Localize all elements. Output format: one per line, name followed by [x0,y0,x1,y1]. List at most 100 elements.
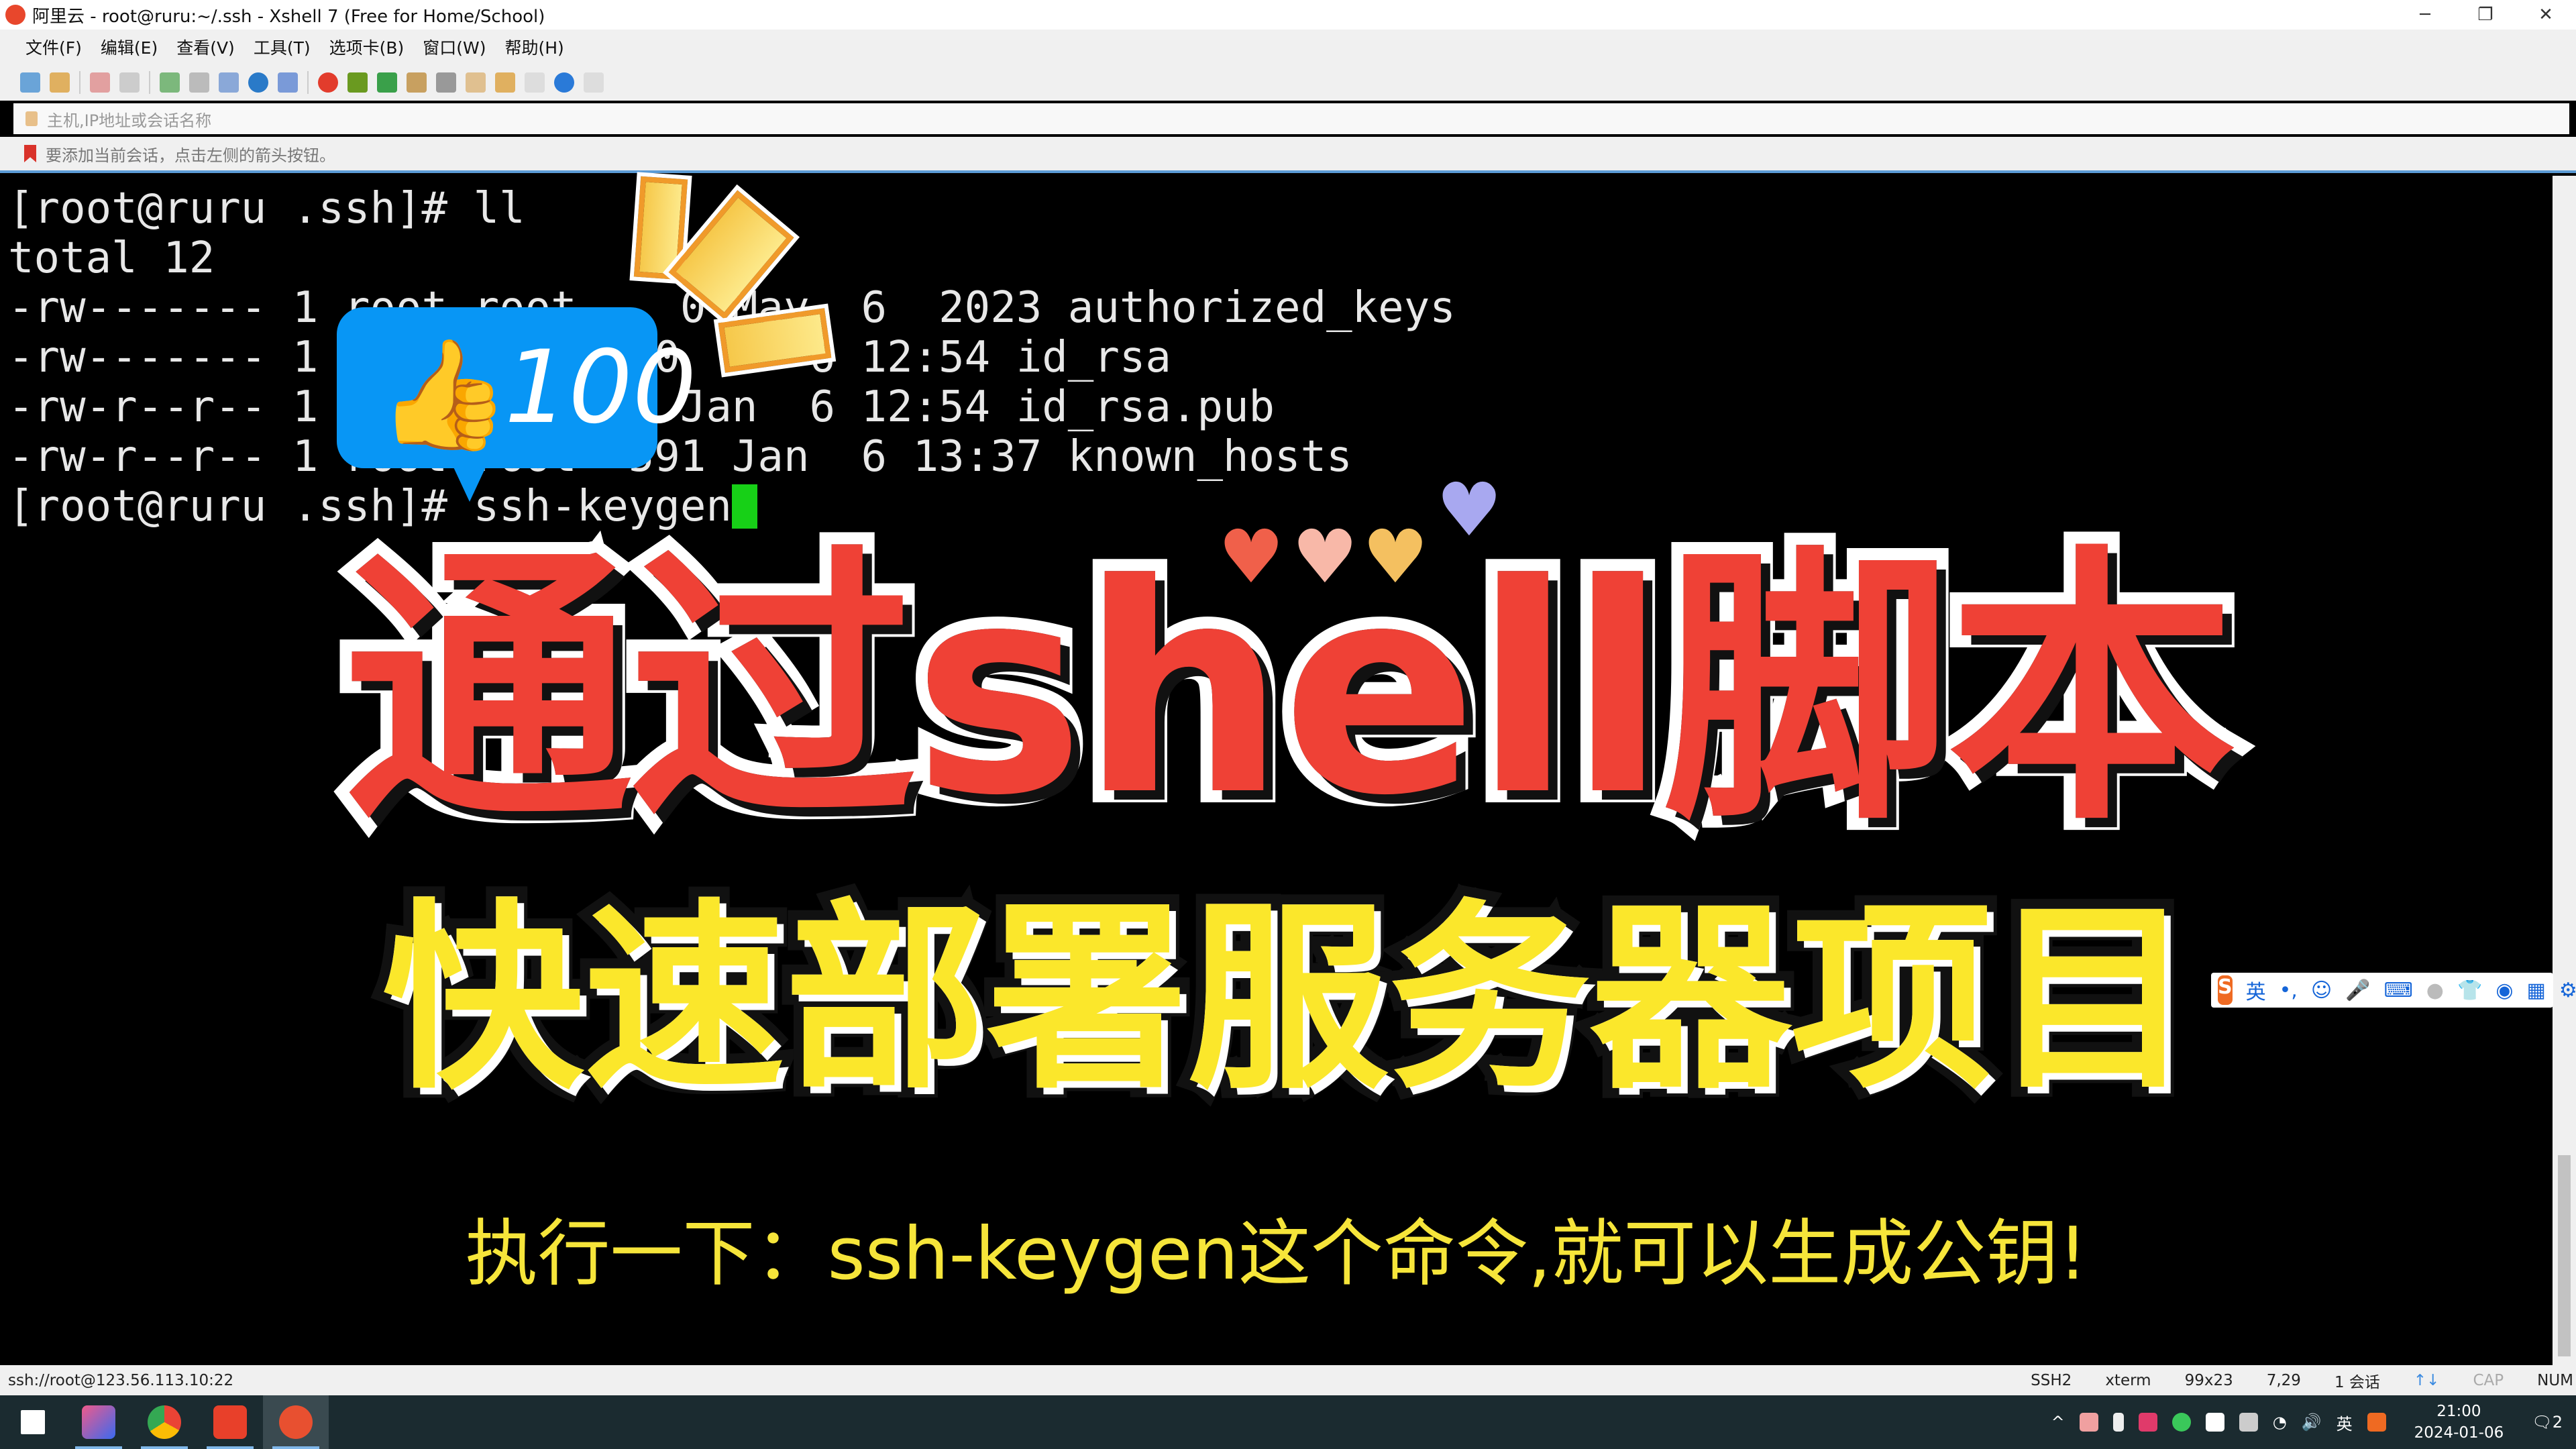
xftp-icon[interactable] [347,72,368,93]
protocol: SSH2 [2031,1371,2072,1389]
toolbar [0,64,2576,101]
overlay-title: 通过shell脚本 [332,511,2248,871]
sogou-logo-icon[interactable]: S [2218,975,2233,1005]
menu-file[interactable]: 文件(F) [25,35,82,59]
hint-text: 要添加当前会话，点击左侧的箭头按钮。 [46,146,335,165]
system-tray: ^ ◔ 🔊 英 21:00 2024-01-06 🗨2 [2051,1395,2576,1449]
user-icon[interactable]: ● [2426,979,2444,1002]
new-folder-icon[interactable] [495,72,515,93]
apps-icon[interactable]: ▦ [2527,979,2546,1002]
security-shield-icon[interactable] [2205,1413,2224,1432]
menu-tabs[interactable]: 选项卡(B) [329,35,405,59]
xshell-icon [279,1405,313,1439]
menu-help[interactable]: 帮助(H) [505,35,564,59]
close-button[interactable]: ✕ [2516,0,2576,30]
menu-bar: 文件(F) 编辑(E) 查看(V) 工具(T) 选项卡(B) 窗口(W) 帮助(… [0,30,2576,64]
ime-toolbar: S 英 •, ☺ 🎤 ⌨ ● 👕 ◉ ▦ ⚙ [2211,973,2576,1008]
skin-icon[interactable]: 👕 [2457,979,2482,1002]
transfer-arrows-icon: ↑↓ [2413,1371,2440,1389]
clock[interactable]: 21:00 2024-01-06 [2414,1401,2504,1444]
minimize-button[interactable]: ─ [2395,0,2455,30]
input-language[interactable]: 英 [2337,1411,2353,1434]
disconnect-icon[interactable] [119,72,140,93]
keyboard-icon[interactable]: ⌨ [2383,979,2412,1002]
microphone-icon[interactable] [2112,1413,2124,1432]
lock-icon[interactable] [407,72,427,93]
tray-app-icon[interactable] [2079,1413,2098,1432]
window-title: 阿里云 - root@ruru:~/.ssh - Xshell 7 (Free … [32,6,545,27]
terminal-size: 99x23 [2184,1371,2233,1389]
emoji-icon[interactable]: ☺ [2311,979,2332,1002]
ime-punctuation-toggle[interactable]: •, [2279,979,2298,1002]
like-sticker: 👍 100 [337,307,696,502]
properties-icon[interactable] [160,72,180,93]
transfer-icon[interactable] [219,72,239,93]
layout-icon[interactable] [525,72,545,93]
game-icon[interactable]: ◉ [2496,979,2513,1002]
connect-icon[interactable] [90,72,110,93]
scrollbar-thumb[interactable] [2558,1155,2571,1356]
status-bar: ssh://root@123.56.113.10:22 SSH2 xterm 9… [0,1365,2576,1395]
terminal-line: total 12 [8,233,215,283]
num-lock: NUM [2537,1371,2573,1389]
title-bar: 阿里云 - root@ruru:~/.ssh - Xshell 7 (Free … [0,0,2576,30]
menu-window[interactable]: 窗口(W) [423,35,486,59]
open-folder-icon[interactable] [50,72,70,93]
lock-icon [25,111,38,126]
tray-expand-icon[interactable]: ^ [2051,1413,2065,1432]
sogou-icon[interactable] [2367,1413,2386,1432]
overlay-subtitle: 快速部署服务器项目 [372,872,2204,1126]
xshell-logo-icon [5,5,25,25]
wps-icon [213,1405,247,1439]
search-icon[interactable] [189,72,209,93]
xshell-icon[interactable] [318,72,338,93]
sticker-count: 100 [504,329,697,446]
settings-icon[interactable]: ⚙ [2559,979,2576,1002]
notification-center-icon[interactable]: 🗨2 [2532,1413,2563,1432]
connection-url: ssh://root@123.56.113.10:22 [8,1371,234,1389]
pen-icon[interactable] [466,72,486,93]
date: 2024-01-06 [2414,1424,2504,1442]
bookmark-icon[interactable] [24,145,36,162]
windows-icon [21,1410,45,1434]
restore-button[interactable]: ❐ [2455,0,2516,30]
menu-tools[interactable]: 工具(T) [254,35,311,59]
toolbar-divider [79,71,80,94]
taskbar-chrome[interactable] [131,1395,197,1449]
thumbs-up-icon: 👍 [377,331,511,457]
help-icon[interactable] [554,72,574,93]
wechat-icon[interactable] [2171,1413,2191,1432]
chat-icon[interactable] [584,72,604,93]
globe-icon[interactable] [248,72,268,93]
ime-language-toggle[interactable]: 英 [2246,975,2266,1005]
terminal-type: xterm [2105,1371,2151,1389]
time: 21:00 [2436,1403,2481,1420]
intellij-icon [82,1405,115,1439]
start-button[interactable] [0,1395,66,1449]
menu-view[interactable]: 查看(V) [176,35,235,59]
scrollbar[interactable] [2553,176,2576,1365]
volume-icon[interactable]: 🔊 [2302,1413,2322,1432]
taskbar: ^ ◔ 🔊 英 21:00 2024-01-06 🗨2 [0,1395,2576,1449]
microphone-icon[interactable]: 🎤 [2345,979,2370,1002]
session-hint-bar: 要添加当前会话，点击左侧的箭头按钮。 [0,137,2576,173]
tray-app-icon[interactable] [2138,1413,2157,1432]
keyboard-icon[interactable] [436,72,456,93]
taskbar-xshell[interactable] [263,1395,329,1449]
power-icon[interactable] [2239,1413,2258,1432]
terminal-line: [root@ruru .ssh]# ll [8,184,525,233]
menu-edit[interactable]: 编辑(E) [101,35,158,59]
taskbar-intellij[interactable] [66,1395,131,1449]
toolbar-divider [149,71,150,94]
font-icon[interactable] [278,72,298,93]
wifi-icon[interactable]: ◔ [2273,1413,2287,1432]
address-input[interactable]: 主机,IP地址或会话名称 [47,107,211,131]
taskbar-wps[interactable] [197,1395,263,1449]
overlay-caption: 执行一下：ssh-keygen这个命令,就可以生成公钥! [465,1212,2088,1296]
session-count[interactable]: 1 会话 [2334,1369,2380,1392]
new-session-icon[interactable] [20,72,40,93]
chrome-icon [148,1405,181,1439]
fullscreen-icon[interactable] [377,72,397,93]
address-bar[interactable]: 主机,IP地址或会话名称 [13,103,2569,134]
notification-count: 2 [2552,1413,2563,1432]
